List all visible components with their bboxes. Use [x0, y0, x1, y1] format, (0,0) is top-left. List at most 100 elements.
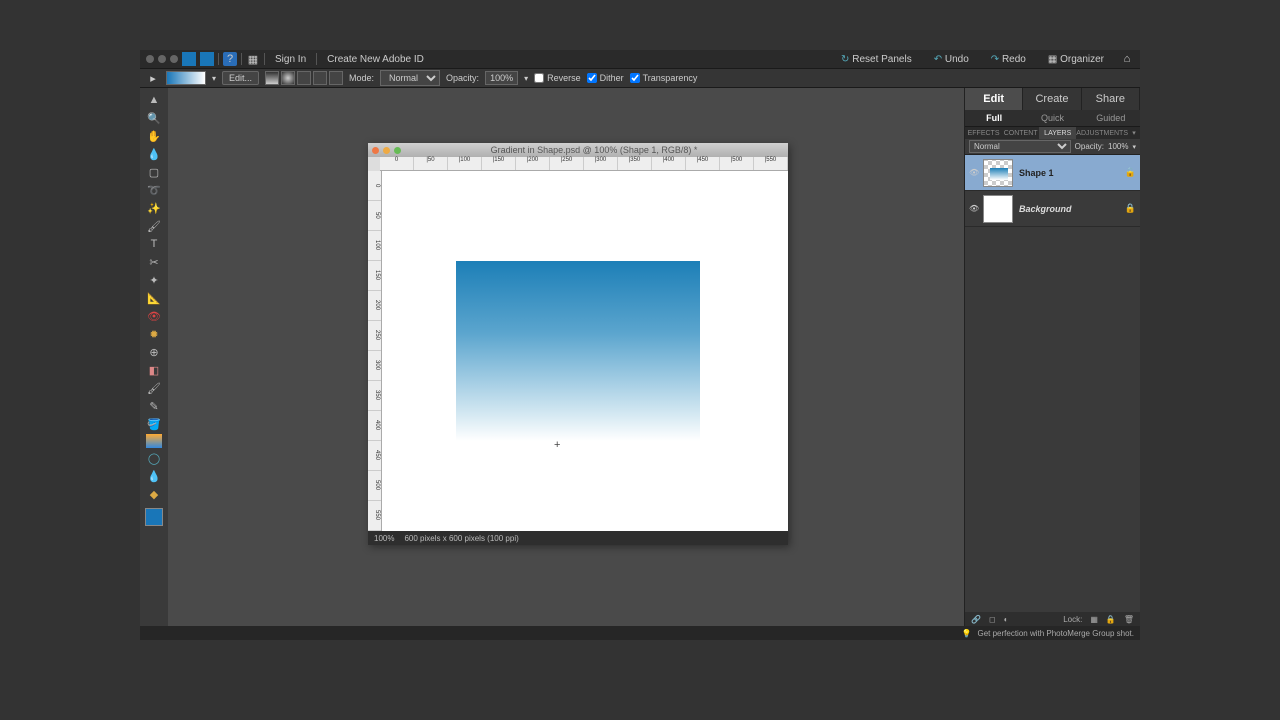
layer-row[interactable]: 👁Background🔒	[965, 191, 1140, 227]
ruler-vertical[interactable]: 050100150200250300350400450500550	[368, 171, 382, 531]
undo-button[interactable]: ↶ Undo	[928, 52, 975, 67]
brush-tool[interactable]: 🖌	[144, 380, 164, 396]
lock-transparency-icon[interactable]: ▦	[1090, 615, 1098, 624]
zoom-tool[interactable]: 🔍	[144, 110, 164, 126]
doc-zoom-icon[interactable]	[394, 147, 401, 154]
doc-minimize-icon[interactable]	[383, 147, 390, 154]
create-adobe-id-button[interactable]: Create New Adobe ID	[321, 52, 430, 67]
cursor-crosshair: +	[554, 439, 560, 451]
smart-brush-tool[interactable]: ✎	[144, 398, 164, 414]
layer-visibility-icon[interactable]: 👁	[969, 204, 977, 213]
lasso-tool[interactable]: ➰	[144, 182, 164, 198]
subtab-full[interactable]: Full	[965, 110, 1023, 126]
straighten-tool[interactable]: 📐	[144, 290, 164, 306]
blur-tool[interactable]: 💧	[144, 468, 164, 484]
canvas[interactable]: +	[382, 171, 774, 523]
redo-button[interactable]: ↷ Redo	[985, 52, 1032, 67]
quick-select-tool[interactable]: 🖌	[144, 218, 164, 234]
layer-name[interactable]: Shape 1	[1019, 168, 1054, 178]
radial-gradient-icon[interactable]	[281, 71, 295, 85]
gradient-tool[interactable]	[146, 434, 162, 448]
paint-bucket-tool[interactable]: 🪣	[144, 416, 164, 432]
diamond-gradient-icon[interactable]	[329, 71, 343, 85]
eyedropper-tool[interactable]: 💧	[144, 146, 164, 162]
traffic-lights	[146, 55, 178, 63]
reflected-gradient-icon[interactable]	[313, 71, 327, 85]
layer-visibility-icon[interactable]: 👁	[969, 168, 977, 177]
home-icon[interactable]: ⌂	[1120, 52, 1134, 66]
transparency-checkbox[interactable]: Transparency	[630, 73, 698, 83]
zoom-level[interactable]: 100%	[374, 534, 394, 543]
document-window: Gradient in Shape.psd @ 100% (Shape 1, R…	[368, 143, 788, 545]
move-tool[interactable]: ▲	[144, 92, 164, 108]
ptab-content[interactable]: Content	[1002, 127, 1039, 139]
panel-section-tabs: Effects Content Layers Adjustments ▾	[965, 126, 1140, 139]
edit-gradient-button[interactable]: Edit...	[222, 71, 259, 85]
gradient-preview[interactable]	[166, 71, 206, 85]
subtab-quick[interactable]: Quick	[1023, 110, 1081, 126]
redeye-tool[interactable]: 👁	[144, 308, 164, 324]
sponge-tool[interactable]: ◆	[144, 486, 164, 502]
right-panel: Edit Create Share Full Quick Guided Effe…	[964, 88, 1140, 626]
tab-share[interactable]: Share	[1082, 88, 1140, 110]
shape-tool[interactable]: ◯	[144, 450, 164, 466]
sign-in-button[interactable]: Sign In	[269, 52, 312, 67]
gradient-shape[interactable]	[456, 261, 700, 441]
lock-all-icon[interactable]: 🔒	[1106, 615, 1116, 624]
zoom-dot[interactable]	[170, 55, 178, 63]
foreground-color[interactable]	[145, 508, 163, 526]
organizer-button[interactable]: ▦ Organizer	[1042, 52, 1110, 67]
main-area: ▲ 🔍 ✋ 💧 ▢ ➰ ✨ 🖌 T ✂ ✦ 📐 👁 ✹ ⊕ ◧ 🖌 ✎ 🪣 ◯ …	[140, 88, 1140, 626]
layers-footer: 🔗 ◻ ◐ Lock: ▦ 🔒 🗑	[965, 612, 1140, 626]
adjustment-layer-icon[interactable]: ◐	[1004, 615, 1009, 624]
menubar-right: ↻ Reset Panels ↶ Undo ↷ Redo ▦ Organizer…	[835, 52, 1134, 67]
subtab-guided[interactable]: Guided	[1082, 110, 1140, 126]
spot-heal-tool[interactable]: ✹	[144, 326, 164, 342]
menubar: ? ▦ Sign In Create New Adobe ID ↻ Reset …	[140, 50, 1140, 68]
close-dot[interactable]	[146, 55, 154, 63]
new-layer-icon[interactable]: ◻	[989, 615, 996, 624]
ptab-adjustments[interactable]: Adjustments	[1076, 127, 1128, 139]
print-icon[interactable]: ▦	[246, 52, 260, 66]
tab-edit[interactable]: Edit	[965, 88, 1023, 110]
layer-thumbnail[interactable]	[983, 159, 1013, 187]
hand-tool[interactable]: ✋	[144, 128, 164, 144]
marquee-tool[interactable]: ▢	[144, 164, 164, 180]
ruler-origin[interactable]	[368, 157, 380, 171]
mode-select[interactable]: Normal	[380, 70, 440, 86]
app-icon[interactable]	[182, 52, 196, 66]
layer-opacity-value[interactable]: 100%	[1108, 142, 1128, 151]
crop-tool[interactable]: ✂	[144, 254, 164, 270]
magic-wand-tool[interactable]: ✨	[144, 200, 164, 216]
canvas-area: Gradient in Shape.psd @ 100% (Shape 1, R…	[168, 88, 964, 626]
save-icon[interactable]	[200, 52, 214, 66]
clone-tool[interactable]: ⊕	[144, 344, 164, 360]
mode-label: Mode:	[349, 73, 374, 83]
document-titlebar[interactable]: Gradient in Shape.psd @ 100% (Shape 1, R…	[368, 143, 788, 157]
angle-gradient-icon[interactable]	[297, 71, 311, 85]
ptab-layers[interactable]: Layers	[1039, 127, 1076, 139]
tab-create[interactable]: Create	[1023, 88, 1081, 110]
delete-layer-icon[interactable]: 🗑	[1124, 615, 1134, 624]
opacity-value[interactable]: 100%	[485, 71, 518, 85]
eraser-tool[interactable]: ◧	[144, 362, 164, 378]
layer-thumbnail[interactable]	[983, 195, 1013, 223]
blend-mode-select[interactable]: Normal	[969, 140, 1071, 153]
minimize-dot[interactable]	[158, 55, 166, 63]
layer-name[interactable]: Background	[1019, 204, 1072, 214]
reverse-checkbox[interactable]: Reverse	[534, 73, 581, 83]
linear-gradient-icon[interactable]	[265, 71, 279, 85]
options-bar: ▸ ▾ Edit... Mode: Normal Opacity: 100% ▾…	[140, 68, 1140, 88]
ruler-horizontal[interactable]: 0|50|100|150|200|250|300|350|400|450|500…	[380, 157, 788, 171]
link-layers-icon[interactable]: 🔗	[971, 615, 981, 624]
cookie-cutter-tool[interactable]: ✦	[144, 272, 164, 288]
tool-preset-icon[interactable]: ▸	[146, 71, 160, 85]
layer-row[interactable]: 👁Shape 1🔒	[965, 155, 1140, 191]
help-icon[interactable]: ?	[223, 52, 237, 66]
doc-close-icon[interactable]	[372, 147, 379, 154]
type-tool[interactable]: T	[144, 236, 164, 252]
panel-menu-icon[interactable]: ▾	[1128, 127, 1140, 139]
reset-panels-button[interactable]: ↻ Reset Panels	[835, 52, 918, 67]
dither-checkbox[interactable]: Dither	[587, 73, 624, 83]
ptab-effects[interactable]: Effects	[965, 127, 1002, 139]
